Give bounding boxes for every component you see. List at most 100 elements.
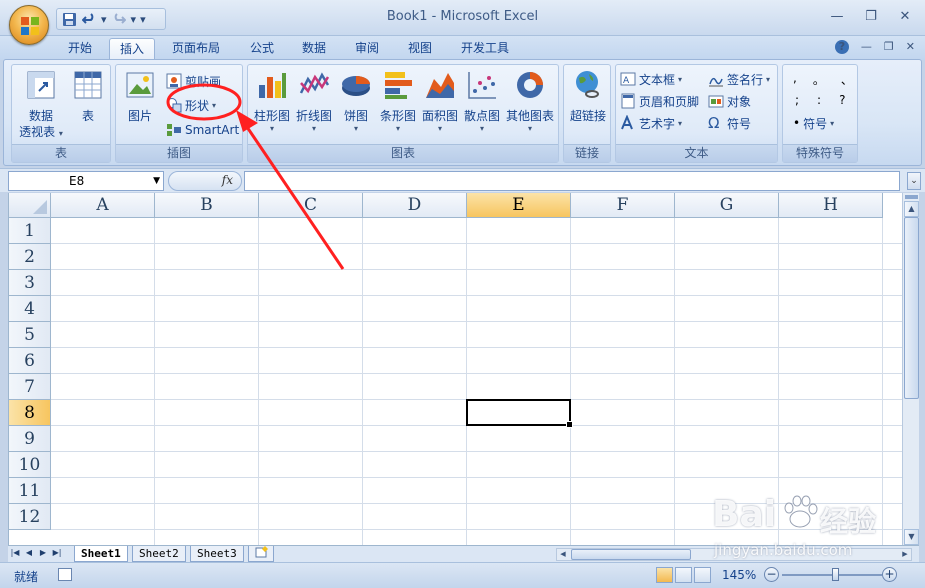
row-header-11[interactable]: 11 <box>9 478 51 504</box>
sheet-tab-3[interactable]: Sheet3 <box>190 546 244 562</box>
ribbon-minimize-icon[interactable]: — <box>861 40 872 54</box>
status-ready: 就绪 <box>14 570 39 584</box>
area-chart-button[interactable]: 面积图 ▾ <box>420 69 460 133</box>
column-header-a[interactable]: A <box>51 193 155 218</box>
signature-line-button[interactable]: 签名行 ▾ <box>708 69 770 89</box>
special-symbol-button[interactable]: • 符号 ▾ <box>793 113 834 133</box>
other-charts-button[interactable]: 其他图表 ▾ <box>504 69 556 133</box>
scroll-down-icon[interactable]: ▼ <box>904 529 919 545</box>
zoom-slider-thumb[interactable] <box>832 568 839 581</box>
tab-page-layout[interactable]: 页面布局 <box>162 38 230 60</box>
line-chart-button[interactable]: 折线图 ▾ <box>294 69 334 133</box>
row-header-9[interactable]: 9 <box>9 426 51 452</box>
column-header-g[interactable]: G <box>675 193 779 218</box>
header-footer-button[interactable]: 页眉和页脚 <box>620 91 699 111</box>
watermark-brand: Bai <box>712 494 777 535</box>
row-header-12[interactable]: 12 <box>9 504 51 530</box>
close-icon[interactable]: ✕ <box>895 6 915 26</box>
horizontal-scroll-thumb[interactable] <box>571 549 691 560</box>
tab-formulas[interactable]: 公式 <box>240 38 284 60</box>
sheet-tab-1[interactable]: Sheet1 <box>74 546 128 562</box>
column-header-c[interactable]: C <box>259 193 363 218</box>
vertical-scrollbar[interactable]: ▲ ▼ <box>902 193 919 545</box>
scroll-right-icon[interactable]: ▶ <box>899 549 911 560</box>
row-header-6[interactable]: 6 <box>9 348 51 374</box>
help-icon[interactable]: ? <box>834 40 849 54</box>
ribbon-restore-icon[interactable]: ❐ <box>884 40 894 54</box>
hyperlink-button[interactable]: 超链接 <box>566 69 610 124</box>
minimize-icon[interactable]: — <box>827 6 847 26</box>
enum-comma-symbol[interactable]: 、 <box>841 71 853 88</box>
tab-home[interactable]: 开始 <box>58 38 102 60</box>
baidu-watermark: Bai 经验 jingyan.baidu.com <box>700 484 890 564</box>
row-header-4[interactable]: 4 <box>9 296 51 322</box>
row-header-2[interactable]: 2 <box>9 244 51 270</box>
column-header-h[interactable]: H <box>779 193 883 218</box>
row-header-3[interactable]: 3 <box>9 270 51 296</box>
insert-sheet-button[interactable] <box>248 546 274 562</box>
office-button[interactable] <box>9 5 49 45</box>
scatter-chart-button[interactable]: 散点图 ▾ <box>462 69 502 133</box>
first-sheet-icon[interactable]: |◀ <box>10 548 20 557</box>
row-header-1[interactable]: 1 <box>9 218 51 244</box>
split-handle[interactable] <box>905 195 918 199</box>
object-button[interactable]: 对象 <box>708 91 751 111</box>
active-cell[interactable] <box>466 399 573 428</box>
scroll-left-icon[interactable]: ◀ <box>557 549 569 560</box>
name-box[interactable]: E8 ▼ <box>8 171 164 191</box>
tab-view[interactable]: 视图 <box>398 38 442 60</box>
textbox-button[interactable]: A 文本框 ▾ <box>620 69 682 89</box>
next-sheet-icon[interactable]: ▶ <box>38 548 48 557</box>
group-illustrations-label: 插图 <box>116 144 242 162</box>
sheet-tab-2[interactable]: Sheet2 <box>132 546 186 562</box>
column-header-f[interactable]: F <box>571 193 675 218</box>
page-layout-view-icon[interactable] <box>675 567 692 583</box>
shapes-button[interactable]: 形状 ▾ <box>166 95 216 115</box>
semicolon-symbol[interactable]: ; <box>795 93 799 107</box>
row-header-10[interactable]: 10 <box>9 452 51 478</box>
page-break-view-icon[interactable] <box>694 567 711 583</box>
question-symbol[interactable]: ? <box>839 93 845 107</box>
column-chart-button[interactable]: 柱形图 ▾ <box>252 69 292 133</box>
zoom-in-icon[interactable]: + <box>882 567 897 582</box>
last-sheet-icon[interactable]: ▶| <box>52 548 62 557</box>
restore-icon[interactable]: ❐ <box>861 6 881 26</box>
row-header-5[interactable]: 5 <box>9 322 51 348</box>
column-header-e[interactable]: E <box>467 193 571 218</box>
status-bar: 就绪 145% − + <box>0 562 925 588</box>
wordart-button[interactable]: 艺术字 ▾ <box>620 113 682 133</box>
zoom-out-icon[interactable]: − <box>764 567 779 582</box>
scroll-up-icon[interactable]: ▲ <box>904 201 919 217</box>
table-button[interactable]: 表 <box>72 69 104 124</box>
tab-insert[interactable]: 插入 <box>109 38 156 60</box>
smartart-button[interactable]: SmartArt <box>166 120 239 140</box>
comma-symbol[interactable]: , <box>793 71 797 88</box>
tab-data[interactable]: 数据 <box>292 38 336 60</box>
column-header-d[interactable]: D <box>363 193 467 218</box>
tab-developer[interactable]: 开发工具 <box>451 38 519 60</box>
colon-symbol[interactable]: : <box>817 93 821 107</box>
row-header-8[interactable]: 8 <box>9 400 51 426</box>
ribbon-close-icon[interactable]: ✕ <box>906 40 915 54</box>
pie-chart-button[interactable]: 饼图 ▾ <box>340 69 372 133</box>
prev-sheet-icon[interactable]: ◀ <box>24 548 34 557</box>
period-symbol[interactable]: 。 <box>813 71 825 88</box>
tab-review[interactable]: 审阅 <box>345 38 389 60</box>
row-header-7[interactable]: 7 <box>9 374 51 400</box>
symbol-button[interactable]: Ω 符号 <box>708 113 751 133</box>
expand-formula-bar-icon[interactable]: ⌄ <box>907 172 921 190</box>
name-box-dropdown-icon[interactable]: ▼ <box>153 172 160 190</box>
pivot-table-button[interactable]: 数据 透视表 ▾ <box>18 69 64 142</box>
zoom-level[interactable]: 145% <box>722 568 756 582</box>
select-all-corner[interactable] <box>9 193 51 218</box>
clipart-button[interactable]: 剪贴画 <box>166 71 221 91</box>
picture-button[interactable]: 图片 <box>122 69 158 124</box>
formula-input[interactable] <box>244 171 900 191</box>
vertical-scroll-thumb[interactable] <box>904 217 919 399</box>
column-header-b[interactable]: B <box>155 193 259 218</box>
normal-view-icon[interactable] <box>656 567 673 583</box>
bar-chart-button[interactable]: 条形图 ▾ <box>378 69 418 133</box>
insert-function-icon[interactable]: fx <box>222 173 233 187</box>
macro-record-icon[interactable] <box>58 568 72 581</box>
group-special-label: 特殊符号 <box>783 144 857 162</box>
